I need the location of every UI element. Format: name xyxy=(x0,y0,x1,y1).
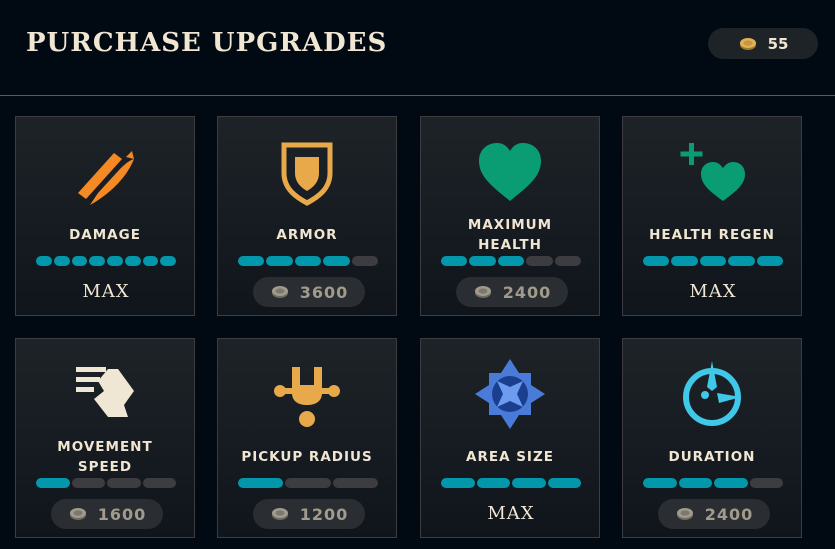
compass-star-icon xyxy=(473,357,547,431)
level-segment-empty xyxy=(285,478,331,488)
max-label: MAX xyxy=(82,281,130,302)
level-segment-filled xyxy=(36,256,52,266)
level-segment-empty xyxy=(107,478,141,488)
heart-icon xyxy=(473,135,547,209)
upgrade-card-health-regen[interactable]: HEALTH REGEN MAX xyxy=(622,116,802,316)
level-progress xyxy=(623,256,803,266)
heart-plus-icon xyxy=(675,135,749,209)
level-segment-filled xyxy=(469,256,496,266)
level-segment-empty xyxy=(332,478,378,488)
purchase-button[interactable]: 2400 xyxy=(456,277,568,307)
sword-slash-icon xyxy=(68,135,142,209)
upgrade-card-maximum-health[interactable]: MAXIMUM HEALTH 2400 xyxy=(420,116,600,316)
purchase-button[interactable]: 1600 xyxy=(51,499,163,529)
upgrade-cost: 1200 xyxy=(299,504,349,524)
upgrade-cost: 3600 xyxy=(299,282,349,302)
level-progress xyxy=(421,478,601,488)
level-progress xyxy=(421,256,601,266)
upgrade-name: MOVEMENT SPEED xyxy=(57,439,153,475)
level-segment-filled xyxy=(238,478,284,488)
max-label: MAX xyxy=(689,281,737,302)
level-segment-filled xyxy=(142,256,159,266)
currency-display: 55 xyxy=(708,28,818,59)
level-progress xyxy=(16,256,196,266)
upgrade-card-area-size[interactable]: AREA SIZE MAX xyxy=(420,338,600,538)
upgrade-cost: 1600 xyxy=(97,504,147,524)
upgrade-name: PICKUP RADIUS xyxy=(241,449,373,465)
level-segment-empty xyxy=(554,256,581,266)
level-segment-filled xyxy=(699,256,727,266)
level-segment-filled xyxy=(547,478,581,488)
coin-icon xyxy=(69,508,86,520)
upgrade-name: AREA SIZE xyxy=(466,449,554,465)
level-segment-filled xyxy=(728,256,755,266)
level-segment-filled xyxy=(266,256,293,266)
upgrade-cost: 2400 xyxy=(502,282,552,302)
upgrade-card-pickup-radius[interactable]: PICKUP RADIUS 1200 xyxy=(217,338,397,538)
currency-amount: 55 xyxy=(767,34,789,53)
upgrade-cost: 2400 xyxy=(704,504,754,524)
level-segment-filled xyxy=(107,256,123,266)
level-segment-filled xyxy=(643,478,677,488)
level-progress xyxy=(218,256,398,266)
upgrade-card-movement-speed[interactable]: MOVEMENT SPEED 1600 xyxy=(15,338,195,538)
level-segment-filled xyxy=(441,478,475,488)
upgrade-name: DURATION xyxy=(668,449,756,465)
purchase-button[interactable]: 1200 xyxy=(253,499,365,529)
level-segment-empty xyxy=(526,256,553,266)
coin-icon xyxy=(474,286,491,298)
level-segment-filled xyxy=(53,256,70,266)
level-segment-filled xyxy=(678,478,712,488)
level-segment-filled xyxy=(71,256,88,266)
level-segment-filled xyxy=(238,256,265,266)
level-segment-empty xyxy=(71,478,105,488)
purchase-button[interactable]: 2400 xyxy=(658,499,770,529)
coin-icon xyxy=(676,508,693,520)
level-segment-filled xyxy=(497,256,525,266)
level-progress xyxy=(623,478,803,488)
level-segment-filled xyxy=(160,256,176,266)
level-segment-filled xyxy=(714,478,748,488)
level-segment-empty xyxy=(142,478,176,488)
level-segment-filled xyxy=(323,256,350,266)
timer-icon xyxy=(675,357,749,431)
header-divider xyxy=(0,95,835,96)
coin-icon xyxy=(271,508,288,520)
upgrade-name: HEALTH REGEN xyxy=(649,227,775,243)
level-segment-filled xyxy=(756,256,783,266)
level-segment-empty xyxy=(351,256,378,266)
level-segment-filled xyxy=(512,478,546,488)
level-segment-filled xyxy=(476,478,510,488)
upgrade-card-damage[interactable]: DAMAGE MAX xyxy=(15,116,195,316)
max-label: MAX xyxy=(487,503,535,524)
upgrade-name: ARMOR xyxy=(276,227,338,243)
level-segment-filled xyxy=(671,256,698,266)
level-segment-filled xyxy=(643,256,670,266)
coin-icon xyxy=(739,37,756,50)
level-segment-filled xyxy=(441,256,468,266)
upgrade-name: MAXIMUM HEALTH xyxy=(467,217,553,253)
level-progress xyxy=(218,478,398,488)
upgrade-card-armor[interactable]: ARMOR 3600 xyxy=(217,116,397,316)
purchase-button[interactable]: 3600 xyxy=(253,277,365,307)
speed-boot-icon xyxy=(68,357,142,431)
header: PURCHASE UPGRADES 55 xyxy=(0,0,835,95)
magnet-icon xyxy=(270,357,344,431)
level-segment-filled xyxy=(294,256,322,266)
upgrade-card-duration[interactable]: DURATION 2400 xyxy=(622,338,802,538)
upgrade-name: DAMAGE xyxy=(69,227,141,243)
level-progress xyxy=(16,478,196,488)
level-segment-filled xyxy=(89,256,105,266)
shield-icon xyxy=(270,135,344,209)
level-segment-empty xyxy=(749,478,783,488)
page-title: PURCHASE UPGRADES xyxy=(26,28,388,58)
level-segment-filled xyxy=(124,256,141,266)
coin-icon xyxy=(271,286,288,298)
level-segment-filled xyxy=(36,478,70,488)
